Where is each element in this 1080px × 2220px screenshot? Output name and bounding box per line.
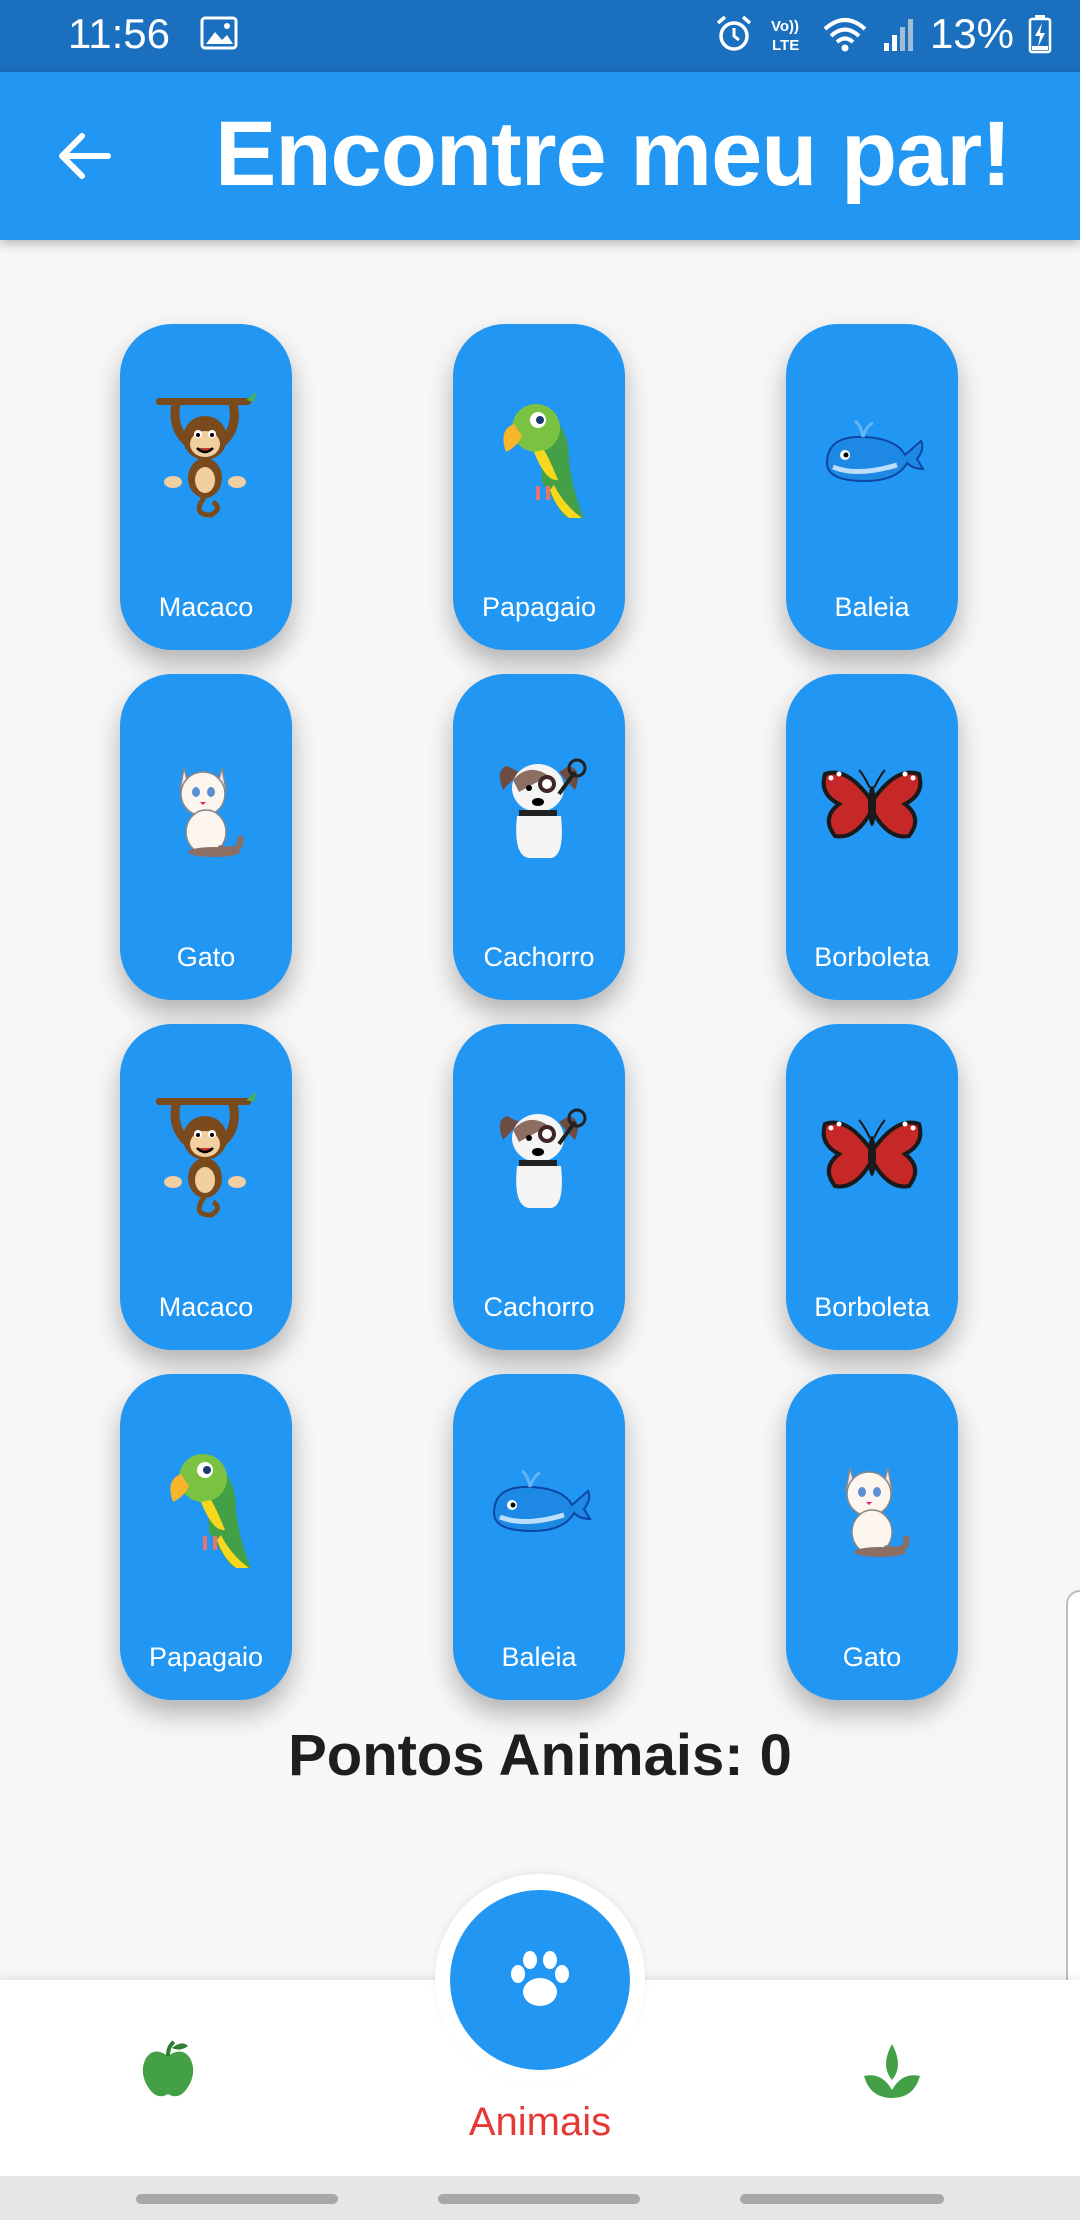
- card-papagaio[interactable]: Papagaio: [120, 1374, 292, 1700]
- card-label: Borboleta: [814, 942, 930, 972]
- card-macaco[interactable]: Macaco: [120, 324, 292, 650]
- card-baleia[interactable]: Baleia: [786, 324, 958, 650]
- card-label: Papagaio: [481, 592, 597, 622]
- card-label: Macaco: [158, 1292, 254, 1322]
- card-papagaio[interactable]: Papagaio: [453, 324, 625, 650]
- card-label: Gato: [842, 1642, 902, 1672]
- system-back-bar[interactable]: [136, 2194, 338, 2204]
- apple-icon: [142, 2040, 194, 2097]
- card-borboleta[interactable]: Borboleta: [786, 1024, 958, 1350]
- image-icon: [200, 16, 238, 55]
- alarm-icon: [714, 14, 754, 54]
- cat-icon: [146, 740, 266, 870]
- paw-icon: [511, 1951, 569, 2006]
- battery-icon: [1028, 14, 1052, 54]
- volte-icon: Vo)) LTE: [768, 14, 808, 54]
- parrot-icon: [146, 1440, 266, 1570]
- card-baleia[interactable]: Baleia: [453, 1374, 625, 1700]
- card-label: Baleia: [501, 1642, 577, 1672]
- svg-text:LTE: LTE: [772, 37, 799, 54]
- monkey-icon: [146, 390, 266, 520]
- card-macaco[interactable]: Macaco: [120, 1024, 292, 1350]
- butterfly-icon: [812, 1090, 932, 1220]
- dog-icon: [479, 1090, 599, 1220]
- card-cachorro[interactable]: Cachorro: [453, 1024, 625, 1350]
- card-borboleta[interactable]: Borboleta: [786, 674, 958, 1000]
- status-time: 11:56: [68, 10, 170, 57]
- arrow-back-icon: [59, 133, 111, 179]
- monkey-icon: [146, 1090, 266, 1220]
- butterfly-icon: [812, 740, 932, 870]
- system-navigation-bar: [0, 2176, 1080, 2220]
- page-title: Encontre meu par!: [215, 103, 1012, 205]
- card-label: Gato: [176, 942, 236, 972]
- plant-icon: [864, 2044, 920, 2098]
- parrot-icon: [479, 390, 599, 520]
- nav-active-label: Animais: [468, 2100, 612, 2144]
- cat-icon: [812, 1440, 932, 1570]
- card-gato[interactable]: Gato: [120, 674, 292, 1000]
- card-label: Baleia: [834, 592, 910, 622]
- back-button[interactable]: [48, 120, 120, 192]
- card-label: Cachorro: [483, 942, 595, 972]
- card-label: Cachorro: [483, 1292, 595, 1322]
- nav-frutas-button[interactable]: [140, 2040, 196, 2105]
- card-label: Papagaio: [148, 1642, 264, 1672]
- signal-icon: [882, 15, 916, 53]
- card-gato[interactable]: Gato: [786, 1374, 958, 1700]
- app-bar: Encontre meu par!: [0, 72, 1080, 240]
- system-recents-bar[interactable]: [740, 2194, 944, 2204]
- card-label: Borboleta: [814, 1292, 930, 1322]
- dog-icon: [479, 740, 599, 870]
- nav-animais-button[interactable]: [450, 1890, 630, 2070]
- card-label: Macaco: [158, 592, 254, 622]
- battery-text: 13%: [929, 10, 1014, 57]
- status-bar: 11:56 Vo)) LTE 13%: [0, 0, 1080, 72]
- whale-icon: [479, 1440, 599, 1570]
- card-cachorro[interactable]: Cachorro: [453, 674, 625, 1000]
- system-home-bar[interactable]: [438, 2194, 640, 2204]
- whale-icon: [812, 390, 932, 520]
- edge-panel-handle[interactable]: [1066, 1590, 1080, 2010]
- wifi-icon: [822, 15, 868, 53]
- nav-plantas-button[interactable]: [860, 2040, 924, 2105]
- score-text: Pontos Animais: 0: [288, 1723, 792, 1788]
- svg-text:Vo)): Vo)): [771, 18, 799, 35]
